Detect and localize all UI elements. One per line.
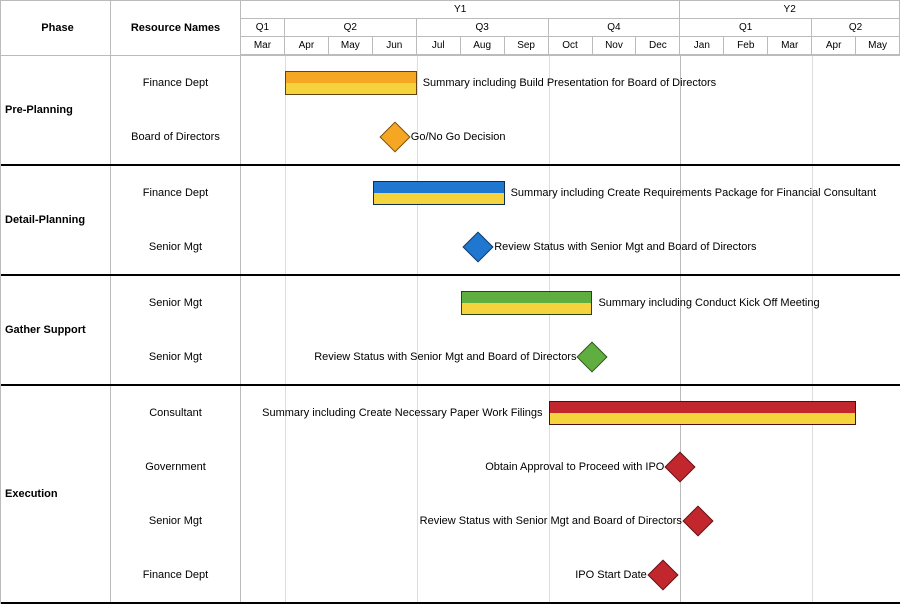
header-timeline: Y1Y2 Q1Q2Q3Q4Q1Q2 MarAprMayJunJulAugSepO… — [241, 1, 900, 55]
timeline-cell: Go/No Go Decision — [241, 110, 900, 164]
timeline-cell: Summary including Create Necessary Paper… — [241, 386, 900, 440]
header-quarter-cell: Q1 — [241, 19, 285, 36]
header-quarter-cell: Q1 — [680, 19, 812, 36]
gantt-bar — [549, 401, 857, 425]
gantt-row: Finance Dept Summary including Create Req… — [111, 166, 900, 220]
phase-label: Detail-Planning — [1, 166, 111, 274]
phase-label: Gather Support — [1, 276, 111, 384]
timeline-cell: Obtain Approval to Proceed with IPO — [241, 440, 900, 494]
timeline-cell: Review Status with Senior Mgt and Board … — [241, 494, 900, 548]
header-month-cell: Apr — [285, 37, 329, 54]
header-year-cell: Y1 — [241, 1, 680, 18]
header-month-cell: Feb — [724, 37, 768, 54]
gantt-milestone — [647, 559, 678, 590]
gantt-chart: Phase Resource Names Y1Y2 Q1Q2Q3Q4Q1Q2 M… — [0, 0, 900, 604]
timeline-cell: IPO Start Date — [241, 548, 900, 602]
gantt-milestone-label: Review Status with Senior Mgt and Board … — [420, 515, 682, 527]
header-month-cell: Jan — [680, 37, 724, 54]
resource-label: Senior Mgt — [111, 330, 241, 384]
header-quarter-cell: Q3 — [417, 19, 549, 36]
gantt-bar — [461, 291, 593, 315]
phase-block: Pre-PlanningFinance Dept Summary includin… — [1, 56, 900, 166]
header-resource: Resource Names — [111, 1, 241, 55]
gantt-row: Consultant Summary including Create Neces… — [111, 386, 900, 440]
resource-label: Finance Dept — [111, 166, 241, 220]
gantt-milestone-label: Review Status with Senior Mgt and Board … — [494, 241, 756, 253]
header-quarters-row: Q1Q2Q3Q4Q1Q2 — [241, 19, 900, 37]
resource-label: Senior Mgt — [111, 276, 241, 330]
timeline-cell: Summary including Conduct Kick Off Meeti… — [241, 276, 900, 330]
timeline-cell: Review Status with Senior Mgt and Board … — [241, 330, 900, 384]
resource-label: Senior Mgt — [111, 220, 241, 274]
gantt-bar — [373, 181, 505, 205]
header-quarter-cell: Q4 — [549, 19, 681, 36]
phase-label: Execution — [1, 386, 111, 602]
resource-label: Board of Directors — [111, 110, 241, 164]
gantt-bar-label: Summary including Create Requirements Pa… — [511, 187, 877, 199]
gantt-row: Government Obtain Approval to Proceed wit… — [111, 440, 900, 494]
header-month-cell: Apr — [812, 37, 856, 54]
phase-block: Gather SupportSenior Mgt Summary includin… — [1, 276, 900, 386]
gantt-milestone — [463, 231, 494, 262]
gantt-bar-label: Summary including Create Necessary Paper… — [262, 407, 542, 419]
header-years-row: Y1Y2 — [241, 1, 900, 19]
header-month-cell: Jun — [373, 37, 417, 54]
timeline-cell: Review Status with Senior Mgt and Board … — [241, 220, 900, 274]
gantt-row: Board of Directors Go/No Go Decision — [111, 110, 900, 164]
header-month-cell: May — [856, 37, 900, 54]
gantt-milestone-label: Obtain Approval to Proceed with IPO — [485, 461, 664, 473]
resource-label: Finance Dept — [111, 56, 241, 110]
gantt-milestone-label: Go/No Go Decision — [411, 131, 506, 143]
header-quarter-cell: Q2 — [812, 19, 900, 36]
gantt-row: Finance Dept IPO Start Date — [111, 548, 900, 602]
gantt-row: Senior Mgt Review Status with Senior Mgt … — [111, 494, 900, 548]
gantt-milestone — [577, 341, 608, 372]
header-month-cell: Dec — [636, 37, 680, 54]
gantt-milestone — [665, 451, 696, 482]
gantt-body: Pre-PlanningFinance DeptSummary includin… — [1, 56, 900, 604]
resource-label: Senior Mgt — [111, 494, 241, 548]
timeline-cell: Summary including Build Presentation for… — [241, 56, 900, 110]
gantt-row: Senior Mgt Summary including Conduct Kick… — [111, 276, 900, 330]
header-month-cell: Mar — [768, 37, 812, 54]
header-year-cell: Y2 — [680, 1, 900, 18]
gantt-milestone-label: Review Status with Senior Mgt and Board … — [314, 351, 576, 363]
header-quarter-cell: Q2 — [285, 19, 417, 36]
header-phase: Phase — [1, 1, 111, 55]
header-month-cell: Nov — [593, 37, 637, 54]
header-month-cell: Mar — [241, 37, 285, 54]
gantt-row: Senior Mgt Review Status with Senior Mgt … — [111, 330, 900, 384]
resource-label: Finance Dept — [111, 548, 241, 602]
phase-label: Pre-Planning — [1, 56, 111, 164]
header-months-row: MarAprMayJunJulAugSepOctNovDecJanFebMarA… — [241, 37, 900, 55]
gantt-milestone — [682, 505, 713, 536]
header-month-cell: Jul — [417, 37, 461, 54]
phase-block: ExecutionConsultant Summary including Cre… — [1, 386, 900, 604]
gantt-bar-label: Summary including Build Presentation for… — [423, 77, 716, 89]
header-month-cell: May — [329, 37, 373, 54]
resource-label: Consultant — [111, 386, 241, 440]
header-month-cell: Sep — [505, 37, 549, 54]
gantt-bar — [285, 71, 417, 95]
header-month-cell: Oct — [549, 37, 593, 54]
header-month-cell: Aug — [461, 37, 505, 54]
gantt-milestone — [379, 121, 410, 152]
resource-label: Government — [111, 440, 241, 494]
gantt-header: Phase Resource Names Y1Y2 Q1Q2Q3Q4Q1Q2 M… — [1, 1, 900, 56]
gantt-row: Senior Mgt Review Status with Senior Mgt … — [111, 220, 900, 274]
timeline-cell: Summary including Create Requirements Pa… — [241, 166, 900, 220]
gantt-milestone-label: IPO Start Date — [575, 569, 647, 581]
gantt-bar-label: Summary including Conduct Kick Off Meeti… — [598, 297, 819, 309]
phase-block: Detail-PlanningFinance Dept Summary inclu… — [1, 166, 900, 276]
gantt-row: Finance Dept Summary including Build Pres… — [111, 56, 900, 110]
